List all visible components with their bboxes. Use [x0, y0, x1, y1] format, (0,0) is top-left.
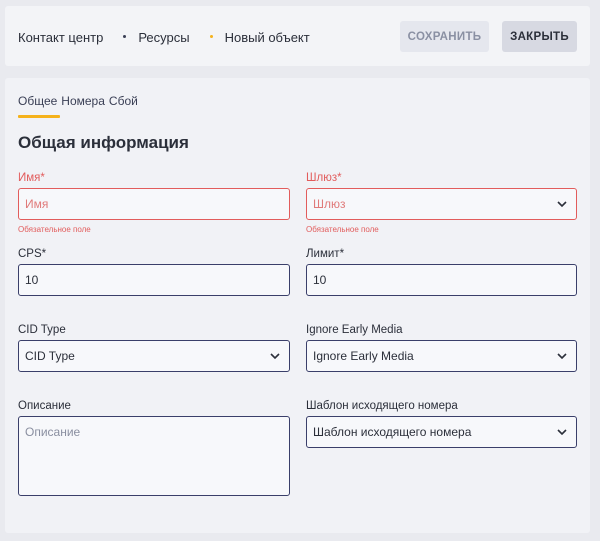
gateway-label: Шлюз*: [306, 172, 342, 184]
limit-label: Лимит*: [306, 248, 345, 260]
breadcrumb-item-new-object: Новый объект: [224, 30, 310, 45]
limit-input[interactable]: 10: [306, 264, 577, 296]
section-title: Общая информация: [18, 133, 189, 152]
active-tab-indicator: [18, 115, 60, 118]
template-label: Шаблон исходящего номера: [306, 400, 458, 412]
name-input[interactable]: Имя: [18, 188, 290, 220]
name-placeholder: Имя: [25, 197, 49, 211]
gateway-error: Обязательное поле: [306, 225, 379, 234]
cid-type-value: CID Type: [25, 349, 75, 363]
form-panel: Общее Номера Сбой Общая информация Имя* …: [5, 78, 590, 533]
ignore-early-media-select[interactable]: Ignore Early Media: [306, 340, 577, 372]
breadcrumb-item-contact-center[interactable]: Контакт центр: [18, 30, 103, 45]
chevron-down-icon: [557, 429, 567, 436]
ignore-early-media-value: Ignore Early Media: [313, 349, 414, 363]
header-bar: Контакт центр Ресурсы Новый объект СОХРА…: [5, 6, 590, 66]
limit-value: 10: [313, 273, 327, 287]
tab-general[interactable]: Общее: [18, 94, 57, 108]
chevron-down-icon: [557, 353, 567, 360]
breadcrumb-separator: [123, 35, 127, 38]
template-select[interactable]: Шаблон исходящего номера: [306, 416, 577, 448]
gateway-select[interactable]: Шлюз: [306, 188, 577, 220]
cps-label: CPS*: [18, 248, 47, 260]
name-error: Обязательное поле: [18, 225, 91, 234]
cid-type-select[interactable]: CID Type: [18, 340, 290, 372]
save-button[interactable]: СОХРАНИТЬ: [400, 21, 489, 52]
name-label: Имя*: [18, 172, 45, 184]
description-placeholder: Описание: [25, 425, 81, 439]
chevron-down-icon: [270, 353, 280, 360]
tab-numbers[interactable]: Номера: [61, 94, 105, 108]
cid-type-label: CID Type: [18, 324, 66, 336]
template-value: Шаблон исходящего номера: [313, 425, 472, 439]
breadcrumb-item-resources[interactable]: Ресурсы: [138, 30, 189, 45]
chevron-down-icon: [557, 201, 567, 208]
tab-failure[interactable]: Сбой: [109, 94, 138, 108]
cps-input[interactable]: 10: [18, 264, 290, 296]
breadcrumb: Контакт центр Ресурсы Новый объект: [18, 30, 310, 45]
gateway-placeholder: Шлюз: [313, 197, 346, 211]
tab-bar: Общее Номера Сбой: [18, 94, 142, 108]
cps-value: 10: [25, 273, 39, 287]
close-button[interactable]: ЗАКРЫТЬ: [502, 21, 577, 52]
description-label: Описание: [18, 400, 71, 412]
ignore-early-media-label: Ignore Early Media: [306, 324, 403, 336]
description-textarea[interactable]: Описание: [18, 416, 290, 496]
breadcrumb-separator-active: [209, 35, 213, 38]
